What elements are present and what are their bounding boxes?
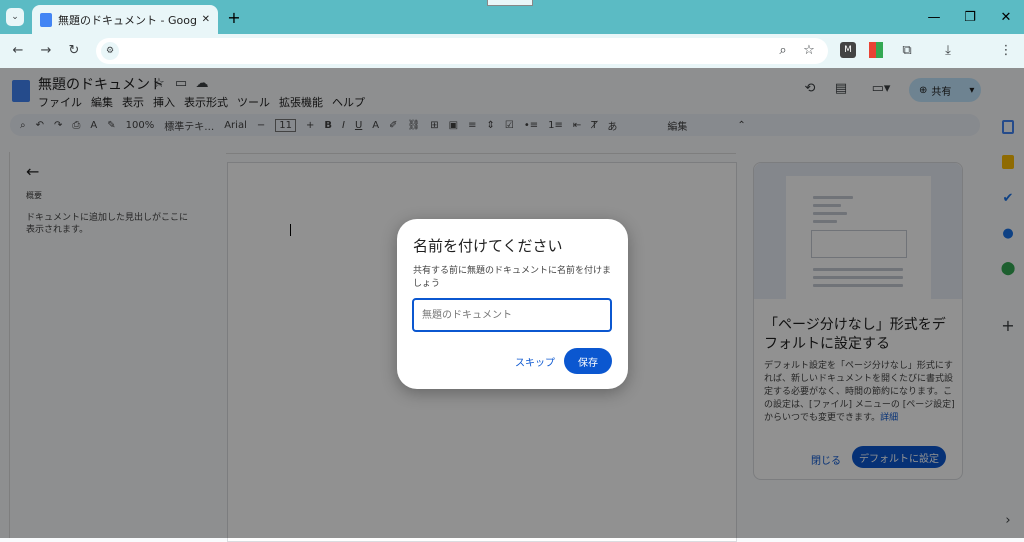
- download-icon[interactable]: ⤓: [940, 42, 956, 58]
- dialog-title: 名前を付けてください: [413, 237, 563, 255]
- forward-arrow-icon[interactable]: →: [38, 42, 54, 58]
- reload-icon[interactable]: ↻: [66, 42, 82, 58]
- dialog-body: 共有する前に無題のドキュメントに名前を付けましょう: [413, 266, 612, 289]
- new-tab-button[interactable]: +: [226, 8, 242, 27]
- extensions-puzzle-icon[interactable]: ⧉: [899, 42, 915, 58]
- tab-title: 無題のドキュメント - Google ドキュ: [58, 13, 196, 27]
- close-window-button[interactable]: ✕: [998, 9, 1014, 25]
- site-info-icon[interactable]: ⚙: [101, 42, 119, 60]
- bookmark-star-icon[interactable]: ☆: [801, 42, 817, 58]
- docs-favicon-icon: [40, 12, 52, 27]
- minimize-button[interactable]: —: [926, 9, 942, 25]
- browser-tab[interactable]: 無題のドキュメント - Google ドキュ ✕: [32, 5, 218, 34]
- zoom-icon[interactable]: ⌕: [775, 42, 791, 58]
- tab-search-icon[interactable]: ⌄: [6, 8, 24, 26]
- window-handle: [487, 0, 533, 6]
- save-button[interactable]: 保存: [564, 348, 612, 374]
- browser-menu-icon[interactable]: ⋮: [998, 42, 1014, 58]
- skip-button[interactable]: スキップ: [515, 354, 555, 369]
- extension-m-icon[interactable]: M: [840, 42, 856, 58]
- tab-close-icon[interactable]: ✕: [202, 14, 210, 25]
- back-arrow-icon[interactable]: ←: [10, 42, 26, 58]
- document-name-input[interactable]: [412, 298, 612, 332]
- address-bar[interactable]: [96, 38, 828, 64]
- restore-button[interactable]: ❐: [962, 9, 978, 25]
- extension-color-icon[interactable]: [869, 42, 883, 58]
